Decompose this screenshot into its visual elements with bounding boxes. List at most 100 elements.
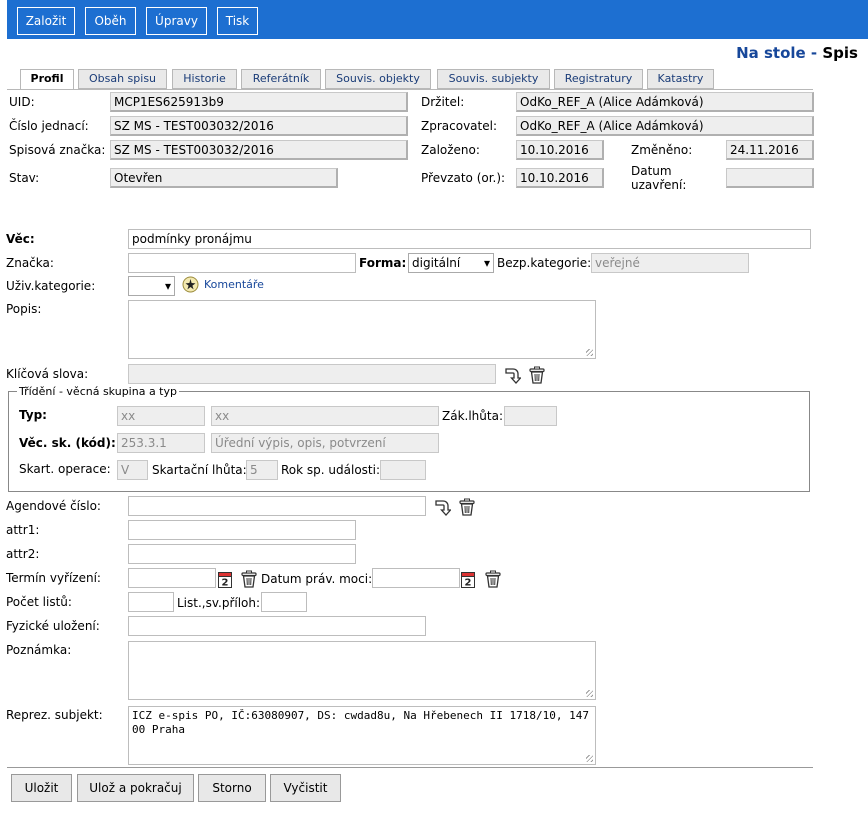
- typ-label: Typ:: [19, 408, 47, 422]
- zak-lhuta-field: [504, 406, 557, 426]
- vec-label: Věc:: [6, 232, 35, 246]
- uzavreni-label-2: uzavření:: [631, 178, 687, 192]
- attr1-input[interactable]: [128, 520, 356, 540]
- comment-icon[interactable]: [182, 276, 199, 293]
- tab-katastry[interactable]: Katastry: [647, 69, 714, 89]
- stav-field: Otevřen: [110, 168, 338, 188]
- chevron-down-icon: ▾: [164, 279, 171, 293]
- popis-label: Popis:: [6, 302, 42, 316]
- calendar-icon[interactable]: 2: [218, 571, 232, 589]
- forma-value: digitální: [412, 256, 461, 270]
- resize-grip-icon[interactable]: [586, 755, 593, 762]
- uziv-label: Uživ.kategorie:: [6, 279, 96, 293]
- priloh-input[interactable]: [261, 592, 307, 612]
- prevzato-label: Převzato (or.):: [421, 171, 506, 185]
- stav-label: Stav:: [9, 171, 40, 185]
- bezp-field: veřejné: [591, 253, 749, 273]
- fyz-label: Fyzické uložení:: [6, 619, 100, 633]
- tab-historie[interactable]: Historie: [172, 69, 237, 89]
- calendar-day-text: 2: [222, 578, 229, 589]
- uzavreni-label-1: Datum: [631, 164, 672, 178]
- znacka-input[interactable]: [128, 253, 356, 273]
- vec-input[interactable]: podmínky pronájmu: [128, 229, 811, 249]
- resize-grip-icon[interactable]: [586, 349, 593, 356]
- komentare-link[interactable]: Komentáře: [204, 278, 264, 291]
- tab-divider: [7, 89, 813, 90]
- rok-label: Rok sp. události:: [281, 463, 380, 477]
- vycistit-button[interactable]: Vyčistit: [270, 774, 341, 802]
- trideni-legend: Třídění - věcná skupina a typ: [17, 385, 179, 398]
- rok-field: [380, 460, 426, 480]
- ulozit-button[interactable]: Uložit: [11, 774, 72, 802]
- tab-registratury[interactable]: Registratury: [554, 69, 643, 89]
- popis-textarea[interactable]: [128, 300, 596, 359]
- cj-label: Číslo jednací:: [9, 119, 89, 133]
- tab-profil[interactable]: Profil: [20, 69, 74, 90]
- uid-label: UID:: [9, 95, 35, 109]
- pravmoc-label: Datum práv. moci:: [261, 572, 373, 586]
- pravmoc-input[interactable]: [372, 568, 460, 588]
- zmeneno-label: Změněno:: [631, 143, 693, 157]
- tab-referatnik[interactable]: Referátník: [241, 69, 321, 89]
- trash-icon[interactable]: [528, 366, 546, 384]
- trash-icon[interactable]: [458, 498, 476, 516]
- calendar-icon[interactable]: 2: [461, 571, 475, 589]
- tab-souvis-objekty[interactable]: Souvis. objekty: [325, 69, 431, 89]
- reprez-label: Reprez. subjekt:: [6, 708, 103, 722]
- vsk-label: Věc. sk. (kód):: [19, 436, 116, 450]
- location-label: Na stole: [736, 44, 806, 62]
- uziv-select[interactable]: ▾: [128, 276, 175, 296]
- trash-icon[interactable]: [240, 570, 258, 588]
- forma-label: Forma:: [359, 256, 407, 270]
- top-toolbar: [7, 0, 868, 39]
- forma-select[interactable]: digitální ▾: [408, 253, 494, 273]
- pozn-textarea[interactable]: [128, 641, 596, 700]
- tab-obsah-spisu[interactable]: Obsah spisu: [78, 69, 167, 89]
- bezp-label: Bezp.kategorie:: [497, 256, 592, 270]
- vsk-name-field: Úřední výpis, opis, potvrzení: [211, 433, 439, 453]
- uloz-a-pokracuj-button[interactable]: Ulož a pokračuj: [77, 774, 194, 802]
- storno-button[interactable]: Storno: [198, 774, 266, 802]
- skop-field: V: [117, 460, 148, 480]
- calendar-day-text: 2: [465, 578, 472, 589]
- prevzato-field: 10.10.2016: [516, 168, 604, 188]
- upravy-button[interactable]: Úpravy: [146, 7, 207, 35]
- footer-divider: [7, 767, 813, 768]
- zalozeno-label: Založeno:: [421, 143, 480, 157]
- fyz-input[interactable]: [128, 616, 426, 636]
- uzavreni-field: [726, 168, 814, 188]
- agend-input[interactable]: [128, 496, 426, 516]
- obeh-button[interactable]: Oběh: [85, 7, 136, 35]
- pick-arrow-icon[interactable]: [503, 366, 522, 384]
- zak-lhuta-label: Zák.lhůta:: [442, 409, 503, 423]
- agend-label: Agendové číslo:: [6, 499, 101, 513]
- title-separator: -: [805, 44, 823, 62]
- zalozit-button[interactable]: Založit: [17, 7, 75, 35]
- zpracovatel-label: Zpracovatel:: [421, 119, 497, 133]
- drzitel-field: OdKo_REF_A (Alice Adámková): [516, 92, 814, 112]
- pick-arrow-icon[interactable]: [433, 498, 452, 516]
- zalozeno-field: 10.10.2016: [516, 140, 604, 160]
- priloh-label: List.,sv.příloh:: [177, 596, 261, 610]
- attr2-input[interactable]: [128, 544, 356, 564]
- listu-label: Počet listů:: [6, 595, 72, 609]
- termin-input[interactable]: [128, 568, 216, 588]
- attr2-label: attr2:: [6, 547, 40, 561]
- reprez-textarea[interactable]: ICZ e-spis PO, IČ:63080907, DS: cwdad8u,…: [128, 706, 596, 765]
- drzitel-label: Držitel:: [421, 95, 465, 109]
- vsk-code-field: 253.3.1: [117, 433, 205, 453]
- sklh-field: 5: [246, 460, 278, 480]
- tisk-button[interactable]: Tisk: [217, 7, 258, 35]
- listu-input[interactable]: [128, 592, 174, 612]
- attr1-label: attr1:: [6, 523, 40, 537]
- znacka-label: Značka:: [6, 256, 54, 270]
- trash-icon[interactable]: [484, 570, 502, 588]
- sz-label: Spisová značka:: [9, 143, 106, 157]
- title-label: Spis: [822, 44, 858, 62]
- tab-souvis-subjekty[interactable]: Souvis. subjekty: [437, 69, 550, 89]
- zmeneno-field: 24.11.2016: [726, 140, 814, 160]
- termin-label: Termín vyřízení:: [6, 571, 101, 585]
- sz-field: SZ MS - TEST003032/2016: [110, 140, 408, 160]
- resize-grip-icon[interactable]: [586, 690, 593, 697]
- page-title: Na stole - Spis: [736, 44, 858, 62]
